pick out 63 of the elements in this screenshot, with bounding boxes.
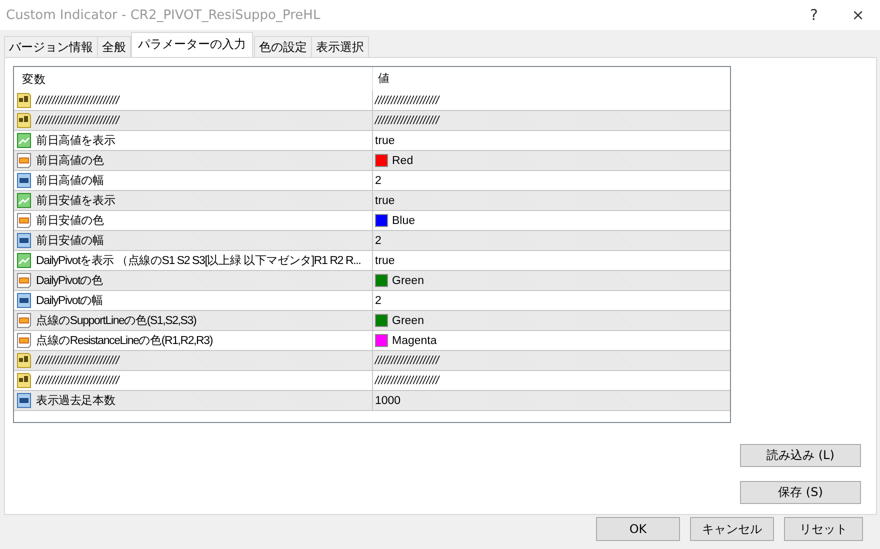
- text-type-icon: [17, 353, 31, 368]
- parameter-name: DailyPivotの幅: [36, 294, 103, 308]
- parameter-value[interactable]: 2: [375, 294, 382, 306]
- parameter-value[interactable]: ////////////////////: [375, 114, 439, 126]
- tab[interactable]: バージョン情報: [4, 36, 98, 57]
- number-type-icon: [17, 173, 31, 188]
- tab[interactable]: 表示選択: [311, 36, 369, 57]
- file-button[interactable]: 読み込み (L): [740, 444, 861, 467]
- parameter-name: 点線のSupportLineの色(S1,S2,S3): [36, 314, 196, 328]
- window-title: Custom Indicator - CR2_PIVOT_ResiSuppo_PreHL: [6, 8, 322, 22]
- help-button[interactable]: ?: [792, 6, 836, 24]
- color-type-icon: [17, 213, 31, 228]
- file-button[interactable]: 保存 (S): [740, 481, 861, 504]
- tab[interactable]: パラメーターの入力: [131, 32, 253, 57]
- column-header: 変数: [21, 72, 47, 86]
- number-type-icon: [17, 293, 31, 308]
- parameter-name: DailyPivotを表示 （点線のS1 S2 S3[以上緑 以下マゼンタ]R1 R2 R...: [36, 254, 361, 268]
- line-chart-icon: [17, 133, 31, 148]
- tab[interactable]: 全般: [97, 36, 131, 57]
- parameter-value[interactable]: Magenta: [392, 334, 437, 346]
- parameter-value[interactable]: Green: [392, 274, 424, 286]
- parameter-value[interactable]: 2: [375, 234, 382, 246]
- parameter-value[interactable]: true: [375, 134, 395, 146]
- parameter-value[interactable]: true: [375, 194, 395, 206]
- parameter-value[interactable]: Green: [392, 314, 424, 326]
- text-type-icon: [17, 373, 31, 388]
- text-type-icon: [17, 93, 31, 108]
- parameter-name: 前日高値の色: [36, 153, 104, 168]
- dialog-button[interactable]: OK: [596, 517, 680, 541]
- parameter-name: //////////////////////////: [36, 94, 120, 106]
- parameter-name: //////////////////////////: [36, 114, 120, 126]
- parameter-value[interactable]: Red: [392, 154, 414, 166]
- column-header: 値: [372, 67, 730, 91]
- color-type-icon: [17, 313, 31, 328]
- parameter-name: //////////////////////////: [36, 374, 120, 386]
- text-type-icon: [17, 113, 31, 128]
- parameter-name: //////////////////////////: [36, 354, 120, 366]
- parameter-name: 前日安値の幅: [36, 234, 104, 248]
- parameter-name: 表示過去足本数: [36, 394, 116, 408]
- parameter-value[interactable]: ////////////////////: [375, 94, 439, 106]
- dialog-button[interactable]: リセット: [784, 517, 863, 541]
- parameter-value[interactable]: ////////////////////: [375, 354, 439, 366]
- dialog-button[interactable]: キャンセル: [690, 517, 774, 541]
- parameter-name: 前日高値を表示: [36, 133, 116, 148]
- line-chart-icon: [17, 253, 31, 268]
- line-chart-icon: [17, 193, 31, 208]
- number-type-icon: [17, 233, 31, 248]
- number-type-icon: [17, 393, 31, 408]
- parameter-value[interactable]: Blue: [392, 214, 416, 226]
- parameter-value[interactable]: true: [375, 254, 395, 266]
- parameter-value[interactable]: 2: [375, 174, 382, 186]
- parameter-value[interactable]: 1000: [375, 394, 401, 406]
- parameter-name: 点線のResistanceLineの色(R1,R2,R3): [36, 334, 212, 348]
- color-type-icon: [17, 333, 31, 348]
- parameter-name: 前日安値の色: [36, 214, 104, 228]
- parameter-value[interactable]: ////////////////////: [375, 374, 439, 386]
- parameter-name: 前日高値の幅: [36, 173, 104, 188]
- color-type-icon: [17, 153, 31, 168]
- close-button[interactable]: ×: [836, 6, 880, 24]
- tab[interactable]: 色の設定: [254, 36, 312, 57]
- parameter-name: DailyPivotの色: [36, 274, 103, 288]
- parameter-name: 前日安値を表示: [36, 194, 116, 208]
- color-type-icon: [17, 273, 31, 288]
